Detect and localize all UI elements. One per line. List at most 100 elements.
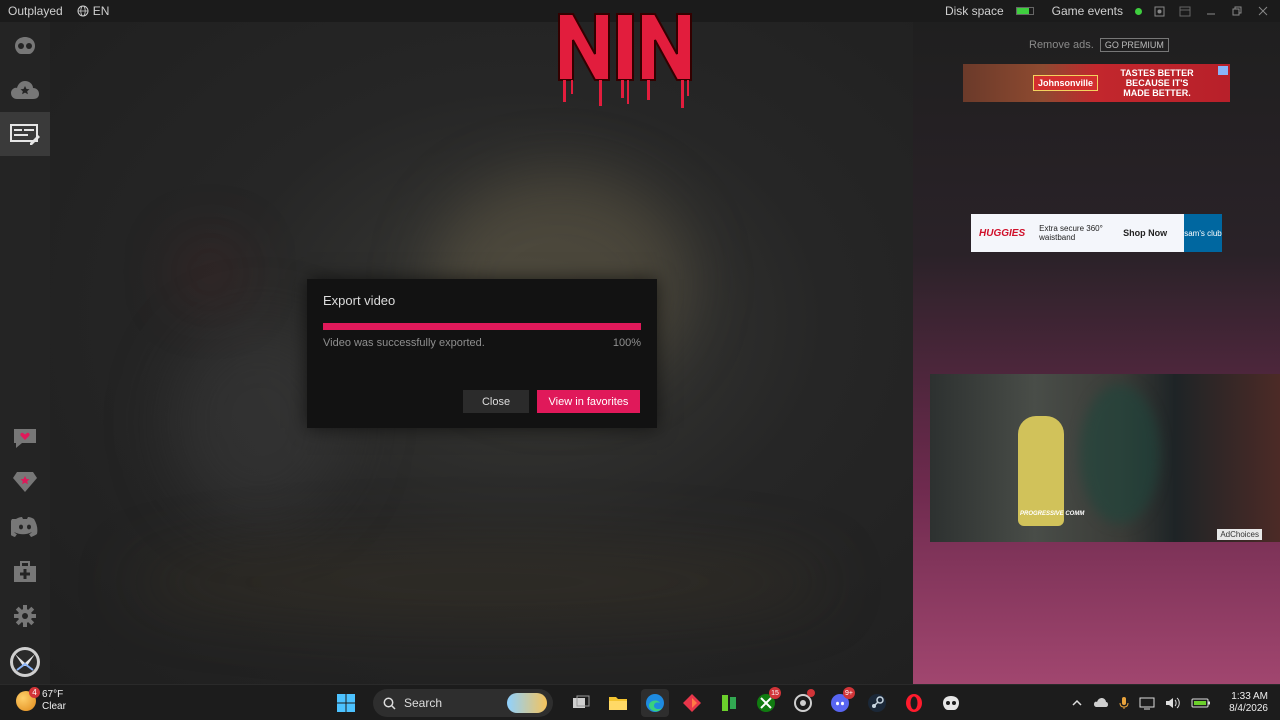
steam-button[interactable] xyxy=(863,689,891,717)
screenshot-icon[interactable] xyxy=(1150,2,1168,20)
layout-icon[interactable] xyxy=(1176,2,1194,20)
globe-icon xyxy=(77,5,89,17)
onedrive-icon[interactable] xyxy=(1093,697,1109,709)
clock-time: 1:33 AM xyxy=(1231,691,1268,702)
disk-space-label: Disk space xyxy=(944,4,1004,18)
language-selector[interactable]: EN xyxy=(77,4,110,18)
app-red-diamond-button[interactable] xyxy=(678,689,706,717)
medkit-icon xyxy=(14,561,36,582)
weather-moon-icon: 4 xyxy=(16,687,40,711)
game-events-status-dot xyxy=(1135,7,1142,15)
ad-shop-now: Shop Now xyxy=(1123,228,1168,238)
edge-icon xyxy=(646,694,664,712)
search-icon xyxy=(383,697,396,710)
restore-icon[interactable] xyxy=(1228,2,1246,20)
sidebar-item-cloud[interactable] xyxy=(0,68,50,112)
export-percent: 100% xyxy=(612,337,641,349)
ad-club-logo: sam's club xyxy=(1184,214,1222,252)
red-diamond-icon xyxy=(683,694,701,712)
opera-icon xyxy=(906,694,922,712)
task-view-icon xyxy=(573,695,590,708)
sidebar-item-home[interactable] xyxy=(0,24,50,68)
ad-copy: Extra secure 360° waistband xyxy=(1039,224,1103,242)
weather-widget[interactable]: 4 67°F Clear xyxy=(16,687,66,713)
heart-chat-icon xyxy=(14,429,36,448)
xbox-badge: 15 xyxy=(769,687,781,699)
outplayed-logo-icon xyxy=(15,37,35,54)
search-highlight-image xyxy=(507,693,547,713)
outplayed-taskbar-button[interactable] xyxy=(937,689,965,717)
microphone-icon[interactable] xyxy=(1119,696,1129,710)
outplayed-icon xyxy=(943,696,959,710)
app-gamepad-button[interactable] xyxy=(789,689,817,717)
xbox-button[interactable]: 15 xyxy=(752,687,781,717)
cloud-star-icon xyxy=(11,81,39,99)
battery-icon[interactable] xyxy=(1191,697,1211,709)
ad-caption: PROGRESSIVE COMM xyxy=(1020,511,1085,517)
go-premium-button[interactable]: GO PREMIUM xyxy=(1099,38,1169,52)
disk-space-meter xyxy=(1015,7,1034,15)
windows-taskbar: 4 67°F Clear Search 15 9+ 1:33 AM 8/4/20… xyxy=(0,684,1280,720)
notification-dot xyxy=(807,689,815,697)
discord-taskbar-button[interactable]: 9+ xyxy=(826,687,855,717)
start-button[interactable] xyxy=(332,689,360,717)
chevron-up-icon[interactable] xyxy=(1071,698,1083,708)
sidebar-item-editor[interactable] xyxy=(0,112,50,156)
remove-ads-label: Remove ads. xyxy=(1029,39,1094,51)
ad-brand: Johnsonville xyxy=(1033,75,1099,91)
video-ad[interactable]: PROGRESSIVE COMM AdChoices xyxy=(930,374,1280,542)
clock[interactable]: 1:33 AM 8/4/2026 xyxy=(1229,691,1268,715)
progress-fill xyxy=(323,323,641,330)
file-explorer-button[interactable] xyxy=(604,689,632,717)
language-label: EN xyxy=(92,4,110,18)
steam-icon xyxy=(868,694,886,712)
close-button[interactable]: Close xyxy=(463,390,529,413)
discord-badge: 9+ xyxy=(843,687,855,699)
ad-brand: HUGGIES xyxy=(979,227,1026,239)
sidebar-item-premium[interactable] xyxy=(0,460,50,504)
app-green-button[interactable] xyxy=(715,689,743,717)
task-view-button[interactable] xyxy=(567,689,595,717)
folder-icon xyxy=(609,697,627,710)
network-icon[interactable] xyxy=(1139,696,1155,710)
minimize-icon[interactable] xyxy=(1202,2,1220,20)
app-name: Outplayed xyxy=(8,4,63,18)
weather-badge: 4 xyxy=(29,687,40,698)
ad-panel: Remove ads. GO PREMIUM Johnsonville TAST… xyxy=(913,22,1280,684)
discord-icon xyxy=(11,517,38,537)
profile-avatar-icon xyxy=(10,647,40,677)
disk-space-fill xyxy=(1016,8,1030,14)
volume-icon[interactable] xyxy=(1165,696,1181,710)
sidebar-item-feedback[interactable] xyxy=(0,416,50,460)
banner-ad-huggies[interactable]: HUGGIES Extra secure 360° waistband Shop… xyxy=(971,214,1222,252)
ad-slogan: TASTES BETTER BECAUSE IT'S MADE BETTER. xyxy=(1120,68,1194,98)
edge-button[interactable] xyxy=(641,689,669,717)
sidebar-item-profile[interactable] xyxy=(0,640,50,684)
sidebar-item-settings[interactable] xyxy=(0,594,50,638)
search-label: Search xyxy=(404,696,443,710)
remove-ads: Remove ads. GO PREMIUM xyxy=(1029,38,1169,52)
ad-figure xyxy=(1018,416,1064,526)
clock-date: 8/4/2026 xyxy=(1229,703,1268,714)
export-progress-bar xyxy=(323,323,641,330)
green-app-icon xyxy=(722,695,736,711)
banner-ad-johnsonville[interactable]: Johnsonville TASTES BETTER BECAUSE IT'S … xyxy=(963,64,1230,102)
gear-icon xyxy=(14,605,36,627)
system-tray: 1:33 AM 8/4/2026 xyxy=(1071,689,1268,717)
sidebar-item-support[interactable] xyxy=(0,550,50,594)
opera-button[interactable] xyxy=(900,689,928,717)
export-status: Video was successfully exported. xyxy=(323,337,485,349)
game-events-label[interactable]: Game events xyxy=(1052,4,1123,18)
nin-logo xyxy=(558,13,692,108)
video-editor-icon xyxy=(10,124,40,145)
close-window-icon[interactable] xyxy=(1254,2,1272,20)
ad-info-icon[interactable] xyxy=(1218,66,1228,75)
taskbar-search[interactable]: Search xyxy=(373,689,553,717)
dialog-title: Export video xyxy=(323,293,396,308)
temperature: 67°F xyxy=(42,689,64,700)
view-in-favorites-button[interactable]: View in favorites xyxy=(537,390,640,413)
adchoices-button[interactable]: AdChoices xyxy=(1217,529,1262,540)
weather-condition: Clear xyxy=(42,701,66,712)
windows-icon xyxy=(337,694,355,712)
sidebar-item-discord[interactable] xyxy=(0,504,50,548)
